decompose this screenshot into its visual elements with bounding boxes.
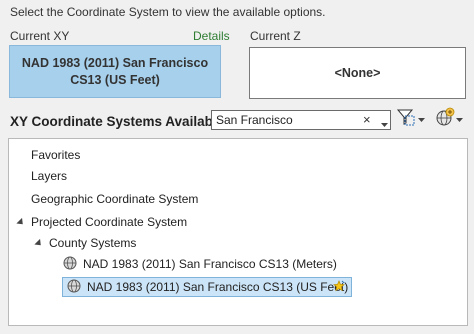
chevron-down-icon[interactable] (381, 115, 388, 133)
tree-item-label: Favorites (31, 148, 81, 162)
tree-item-favorites[interactable]: Favorites (31, 145, 80, 165)
favorite-star-icon[interactable] (333, 280, 345, 295)
tree-item-county-systems[interactable]: County Systems (34, 233, 137, 253)
current-z-value: <None> (334, 66, 381, 80)
tree-item-cs13-us-feet[interactable]: NAD 1983 (2011) San Francisco CS13 (US F… (62, 277, 352, 297)
current-xy-value: NAD 1983 (2011) San Francisco CS13 (US F… (21, 55, 209, 87)
current-z-card[interactable]: <None> (249, 47, 466, 99)
globe-icon (63, 256, 77, 273)
chevron-down-icon (418, 110, 425, 128)
tree-item-label: Geographic Coordinate System (31, 192, 199, 206)
current-xy-label: Current XY (10, 29, 70, 43)
instruction-text: Select the Coordinate System to view the… (10, 5, 326, 19)
globe-add-icon (434, 107, 456, 132)
filter-icon (396, 107, 418, 132)
tree-item-label: NAD 1983 (2011) San Francisco CS13 (Mete… (83, 257, 337, 271)
details-link[interactable]: Details (193, 29, 230, 43)
tree-item-label: Projected Coordinate System (31, 215, 188, 229)
tree-item-projected[interactable]: Projected Coordinate System (16, 212, 188, 232)
filter-button[interactable] (396, 108, 425, 130)
current-xy-card[interactable]: NAD 1983 (2011) San Francisco CS13 (US F… (9, 45, 221, 98)
tree-item-geographic[interactable]: Geographic Coordinate System (31, 189, 198, 209)
current-z-label: Current Z (250, 29, 301, 43)
search-box[interactable]: × (211, 110, 391, 130)
expand-arrow-icon[interactable] (16, 217, 26, 227)
tree-item-label: NAD 1983 (2011) San Francisco CS13 (US F… (87, 280, 349, 294)
globe-icon (67, 279, 81, 296)
tree-item-label: County Systems (49, 236, 137, 250)
search-input[interactable] (216, 112, 358, 128)
expand-arrow-icon[interactable] (34, 238, 44, 248)
available-systems-title: XY Coordinate Systems Available (10, 114, 225, 129)
coordinate-system-tree[interactable]: Favorites Layers Geographic Coordinate S… (8, 138, 468, 326)
clear-icon[interactable]: × (363, 112, 371, 127)
tree-item-label: Layers (31, 169, 68, 183)
tree-item-cs13-meters[interactable]: NAD 1983 (2011) San Francisco CS13 (Mete… (63, 254, 337, 274)
chevron-down-icon (456, 110, 463, 128)
tree-item-layers[interactable]: Layers (31, 166, 67, 186)
add-coordinate-system-button[interactable] (434, 107, 463, 132)
